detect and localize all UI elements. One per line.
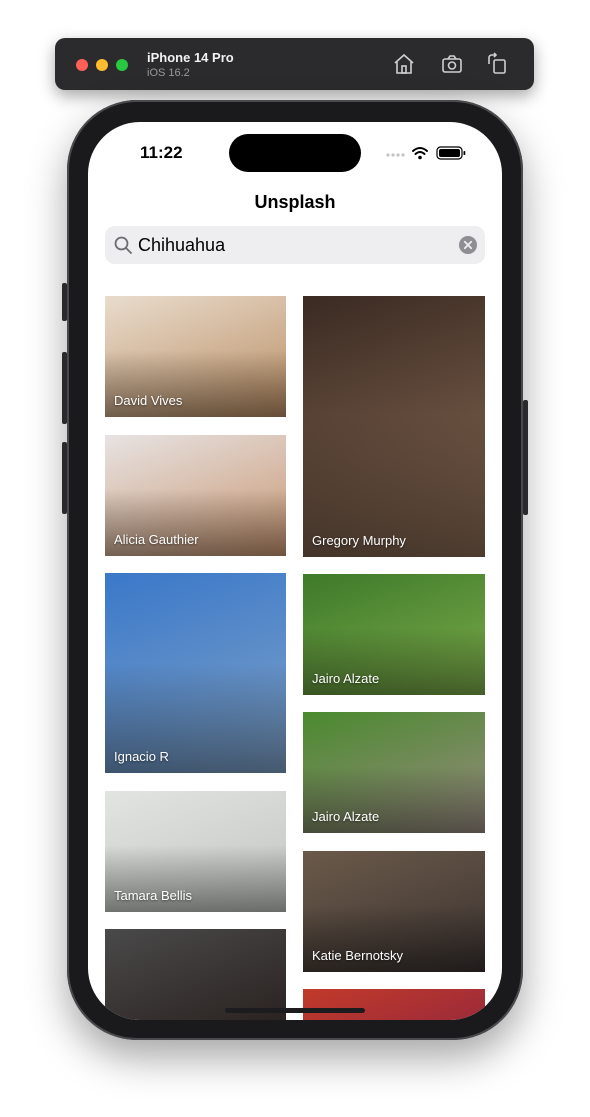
phone-screen: 11:22 Unsplash David Vives xyxy=(88,122,502,1020)
photo-image xyxy=(303,989,485,1020)
photo-card[interactable]: Katie Bernotsky xyxy=(303,851,485,972)
rotate-button[interactable] xyxy=(485,52,509,76)
device-name: iPhone 14 Pro xyxy=(147,50,234,65)
photo-card[interactable]: Ignacio R xyxy=(105,573,286,773)
photo-card[interactable] xyxy=(105,929,286,1020)
power-button xyxy=(523,400,528,515)
photo-author: Ignacio R xyxy=(114,749,169,764)
minimize-window-button[interactable] xyxy=(96,59,108,71)
simulator-toolbar: iPhone 14 Pro iOS 16.2 xyxy=(55,38,534,90)
photo-author: Gregory Murphy xyxy=(312,533,406,548)
photo-grid: David Vives Gregory Murphy Alicia Gauthi… xyxy=(88,122,502,1020)
home-button[interactable] xyxy=(392,52,416,76)
volume-up-button xyxy=(62,352,67,424)
photo-author: David Vives xyxy=(114,393,183,408)
photo-card[interactable]: Alicia Gauthier xyxy=(105,435,286,556)
photo-card[interactable]: Jairo Alzate xyxy=(303,712,485,833)
photo-card[interactable]: Gregory Murphy xyxy=(303,296,485,557)
rotate-icon xyxy=(488,52,506,74)
volume-down-button xyxy=(62,442,67,514)
photo-card[interactable]: Jairo Alzate xyxy=(303,574,485,695)
photo-author: Jairo Alzate xyxy=(312,809,380,824)
photo-author: Jairo Alzate xyxy=(312,671,380,686)
screenshot-icon xyxy=(442,55,462,73)
home-indicator[interactable] xyxy=(225,1008,365,1013)
close-window-button[interactable] xyxy=(76,59,88,71)
photo-author: Alicia Gauthier xyxy=(114,532,199,547)
action-button xyxy=(62,283,67,321)
photo-author: Katie Bernotsky xyxy=(312,948,404,963)
os-version: iOS 16.2 xyxy=(147,67,190,79)
photo-card[interactable]: David Vives xyxy=(105,296,286,417)
home-icon xyxy=(394,53,414,74)
photo-card[interactable]: Tamara Bellis xyxy=(105,791,286,912)
screenshot-button[interactable] xyxy=(440,52,464,76)
zoom-window-button[interactable] xyxy=(116,59,128,71)
photo-card[interactable] xyxy=(303,989,485,1020)
photo-image xyxy=(105,929,286,1020)
photo-author: Tamara Bellis xyxy=(114,888,193,903)
